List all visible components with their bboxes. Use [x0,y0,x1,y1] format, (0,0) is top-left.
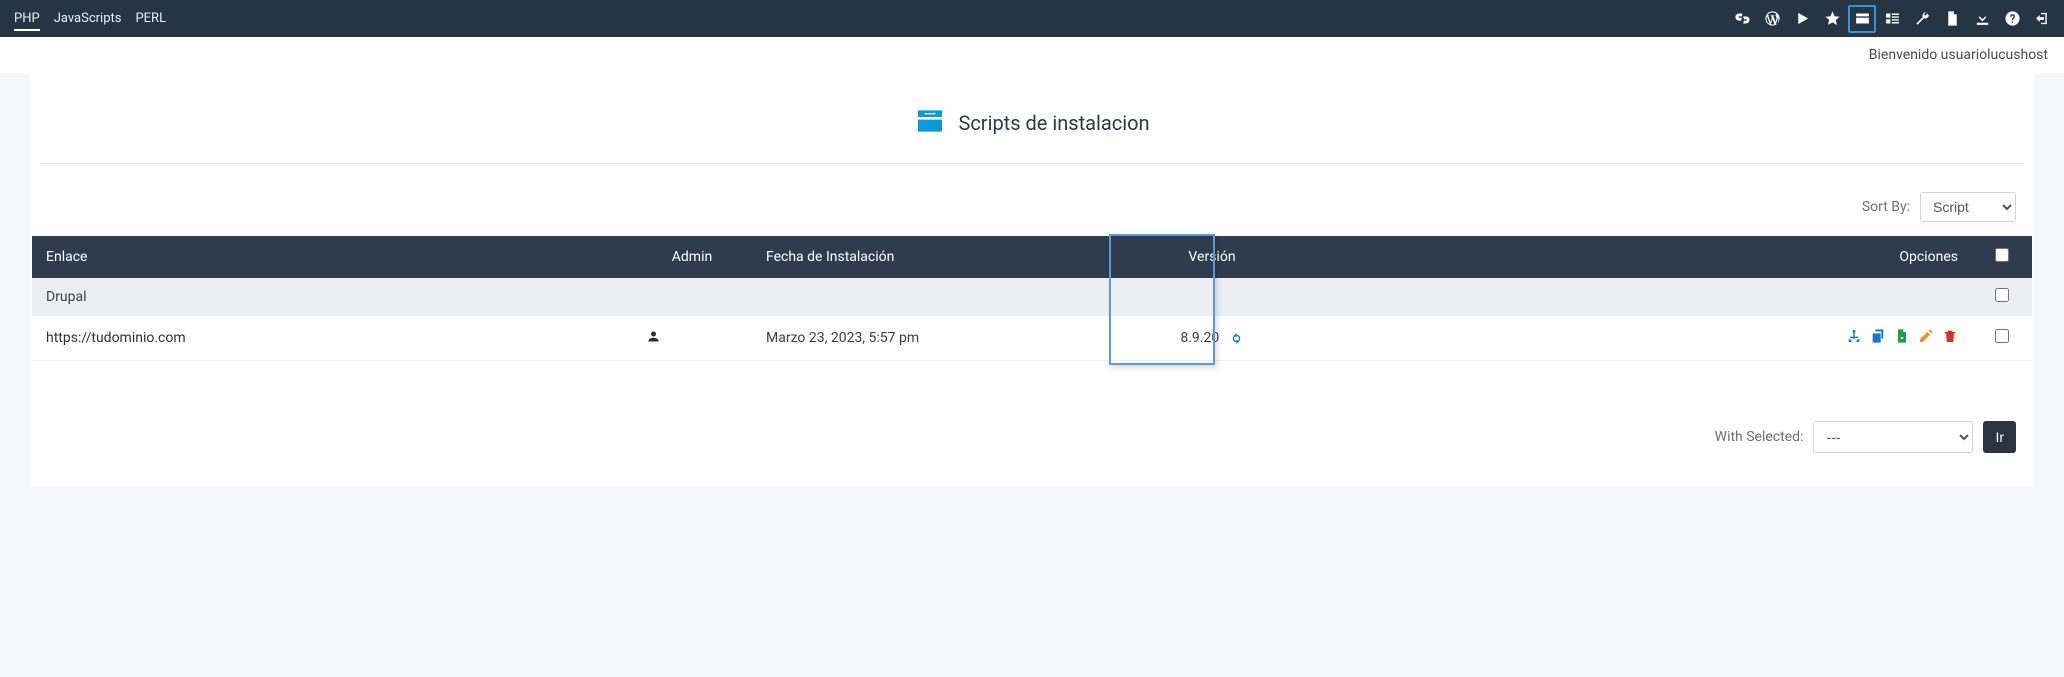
sitemap-icon[interactable] [1846,328,1862,344]
installations-page-icon [914,105,946,141]
th-link[interactable]: Enlace [32,236,632,278]
th-version[interactable]: Versión [1112,236,1312,278]
sort-select[interactable]: Script [1920,192,2016,222]
installations-table: Enlace Admin Fecha de Instalación Versió… [32,236,2032,361]
row-version: 8.9.20 [1180,330,1219,346]
with-selected-row: With Selected: --- Ir [30,361,2034,453]
top-tabs: PHP JavaScripts PERL [14,11,166,26]
th-checkbox [1972,236,2032,278]
user-icon [646,329,661,344]
delete-icon[interactable] [1942,328,1958,344]
page-header: Scripts de instalacion [40,97,2024,164]
tab-php[interactable]: PHP [14,11,40,31]
row-link[interactable]: https://tudominio.com [32,316,632,361]
download-icon[interactable] [1968,5,1996,33]
sort-row: Sort By: Script [30,164,2034,236]
welcome-bar: Bienvenido usuariolucushost [0,37,2064,73]
sort-label: Sort By: [1862,199,1910,215]
welcome-text: Bienvenido usuariolucushost [1869,47,2048,63]
with-selected-label: With Selected: [1715,429,1804,445]
go-button[interactable]: Ir [1983,421,2016,453]
backup-icon[interactable] [1894,328,1910,344]
play-icon[interactable] [1788,5,1816,33]
select-all-checkbox[interactable] [1995,248,2009,262]
cpanel-icon[interactable] [1728,5,1756,33]
th-admin[interactable]: Admin [632,236,752,278]
page-title: Scripts de instalacion [958,111,1149,135]
top-navbar: PHP JavaScripts PERL [0,0,2064,37]
tab-perl[interactable]: PERL [135,11,166,26]
row-date: Marzo 23, 2023, 5:57 pm [752,316,1112,361]
group-checkbox-cell [1972,278,2032,316]
clone-icon[interactable] [1870,328,1886,344]
row-admin[interactable] [632,316,752,361]
tab-javascripts[interactable]: JavaScripts [54,11,122,26]
top-actions [1728,5,2056,33]
edit-icon[interactable] [1918,328,1934,344]
installations-icon[interactable] [1848,5,1876,33]
star-icon[interactable] [1818,5,1846,33]
logout-icon[interactable] [2028,5,2056,33]
table-row: https://tudominio.com Marzo 23, 2023, 5:… [32,316,2032,361]
group-name: Drupal [32,278,1972,316]
row-checkbox[interactable] [1995,329,2009,343]
row-options [1312,316,1972,361]
refresh-icon[interactable] [1229,331,1244,346]
list-icon[interactable] [1878,5,1906,33]
th-options: Opciones [1312,236,1972,278]
wordpress-icon[interactable] [1758,5,1786,33]
wrench-icon[interactable] [1908,5,1936,33]
th-date[interactable]: Fecha de Instalación [752,236,1112,278]
with-selected-select[interactable]: --- [1813,421,1973,453]
main-panel: Scripts de instalacion Sort By: Script E… [30,73,2034,487]
file-icon[interactable] [1938,5,1966,33]
group-checkbox[interactable] [1995,288,2009,302]
help-icon[interactable] [1998,5,2026,33]
